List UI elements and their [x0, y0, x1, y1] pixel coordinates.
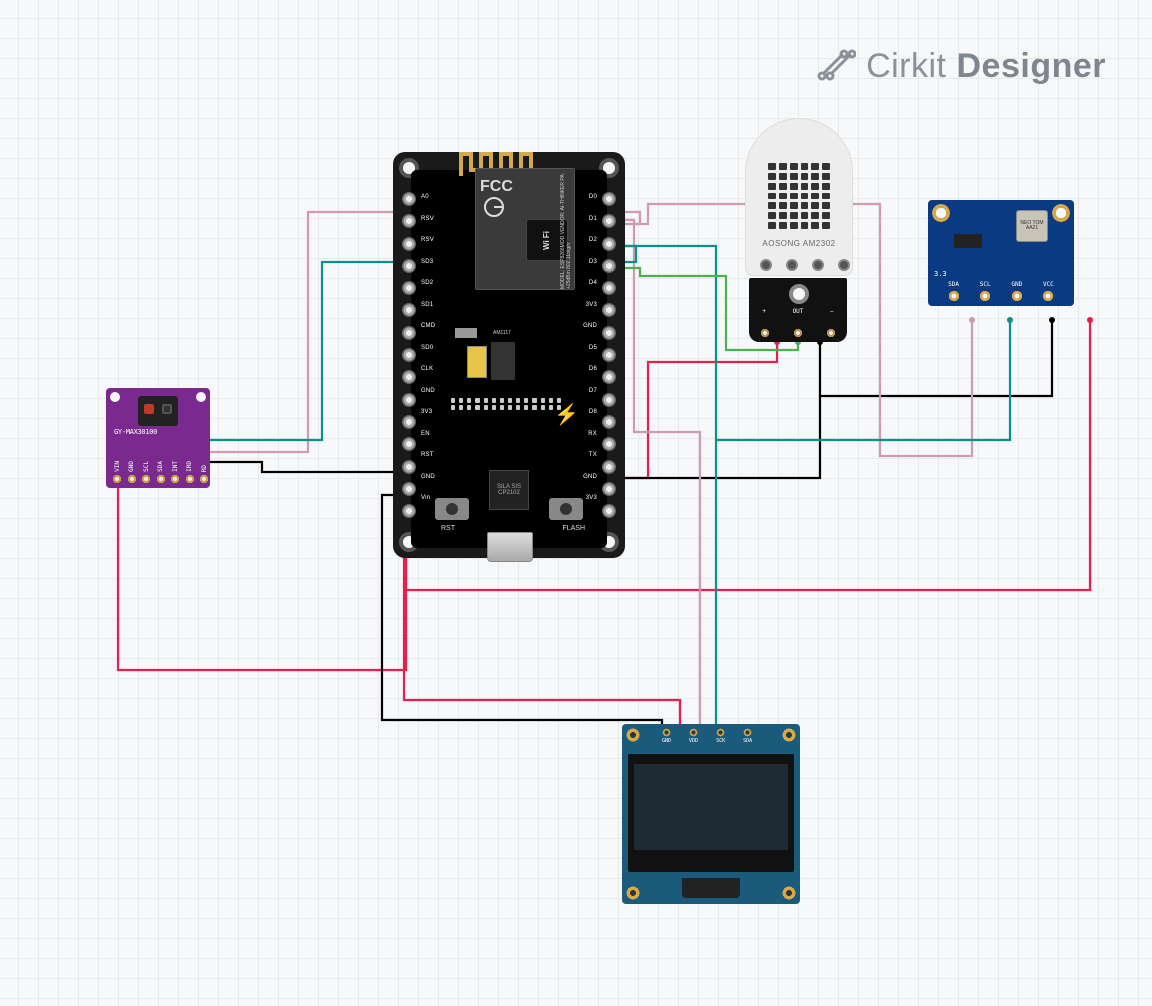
esp8266-shield: FCC Wi Fi MODEL: ESP8266MOD VENDOR: AI-T… [475, 168, 575, 290]
smd-capacitor [467, 346, 487, 378]
bmp180-chip-icon: NEO TOM AA21 [1016, 210, 1048, 242]
logo-icon [816, 46, 856, 86]
max30100-board[interactable]: GY-MAX30100 VINGNDSCLSDAINTIRDRD [106, 388, 210, 488]
pin-labels-right: D0D1D2D3D43V3GNDD5D6D7D8RXTXGND3V3 [583, 194, 597, 501]
rst-label: RST [441, 525, 455, 532]
rst-button[interactable] [435, 498, 469, 520]
brand-bold: Designer [957, 47, 1107, 86]
silkscreen-rows [451, 398, 561, 410]
usb-serial-chip: SILA SIS CP2102 [489, 470, 529, 510]
brand-logo: Cirkit Designer [816, 46, 1106, 86]
dht22-silk: +OUT− [749, 308, 847, 315]
bmp180-board[interactable]: NEO TOM AA21 3.3 SDASCLGNDVCC [928, 200, 1074, 306]
pin-labels-left: A0RSVRSVSD3SD2SD1CMDSD0CLKGND3V3ENRSTGND… [421, 194, 435, 501]
dht22-grille-icon [768, 163, 830, 229]
oled-active-area [634, 764, 788, 850]
flash-label: FLASH [562, 525, 585, 532]
regulator-chip [491, 342, 515, 380]
max30100-pads[interactable]: VINGNDSCLSDAINTIRDRD [112, 458, 209, 484]
brand-light: Cirkit [866, 47, 946, 86]
pin-header-left[interactable] [402, 192, 416, 518]
smd-resistor [455, 328, 477, 338]
bmp180-pads[interactable]: SDASCLGNDVCC [928, 281, 1074, 302]
oled-display[interactable]: GNDVDDSCKSDA [622, 724, 800, 904]
bmp180-3v3-label: 3.3 [934, 270, 947, 278]
flash-button[interactable] [549, 498, 583, 520]
nodemcu-board[interactable]: FCC Wi Fi MODEL: ESP8266MOD VENDOR: AI-T… [393, 152, 625, 558]
canvas[interactable]: Cirkit Designer [0, 0, 1152, 1006]
shield-side-text: MODEL: ESP8266MOD VENDOR: AI-THINKER PA:… [560, 171, 572, 289]
fcc-icon: FCC [480, 173, 530, 223]
bolt-icon: ⚡ [554, 402, 579, 427]
max30100-sensor-icon [138, 396, 178, 426]
svg-text:FCC: FCC [480, 178, 513, 195]
oled-pins[interactable]: GNDVDDSCKSDA [662, 728, 752, 744]
wifi-label: Wi Fi [542, 230, 551, 249]
max30100-title: GY-MAX30100 [114, 428, 204, 436]
dht22-pins[interactable] [749, 328, 847, 338]
dht22-module[interactable]: AOSONG AM2302 +OUT− [745, 118, 853, 276]
bmp180-regulator [954, 234, 982, 248]
regulator-label: AM1117 [493, 330, 511, 336]
dht22-label: AOSONG AM2302 [746, 239, 852, 248]
oled-flex-cable [682, 878, 740, 898]
pin-header-right[interactable] [602, 192, 616, 518]
micro-usb-port [487, 532, 533, 562]
